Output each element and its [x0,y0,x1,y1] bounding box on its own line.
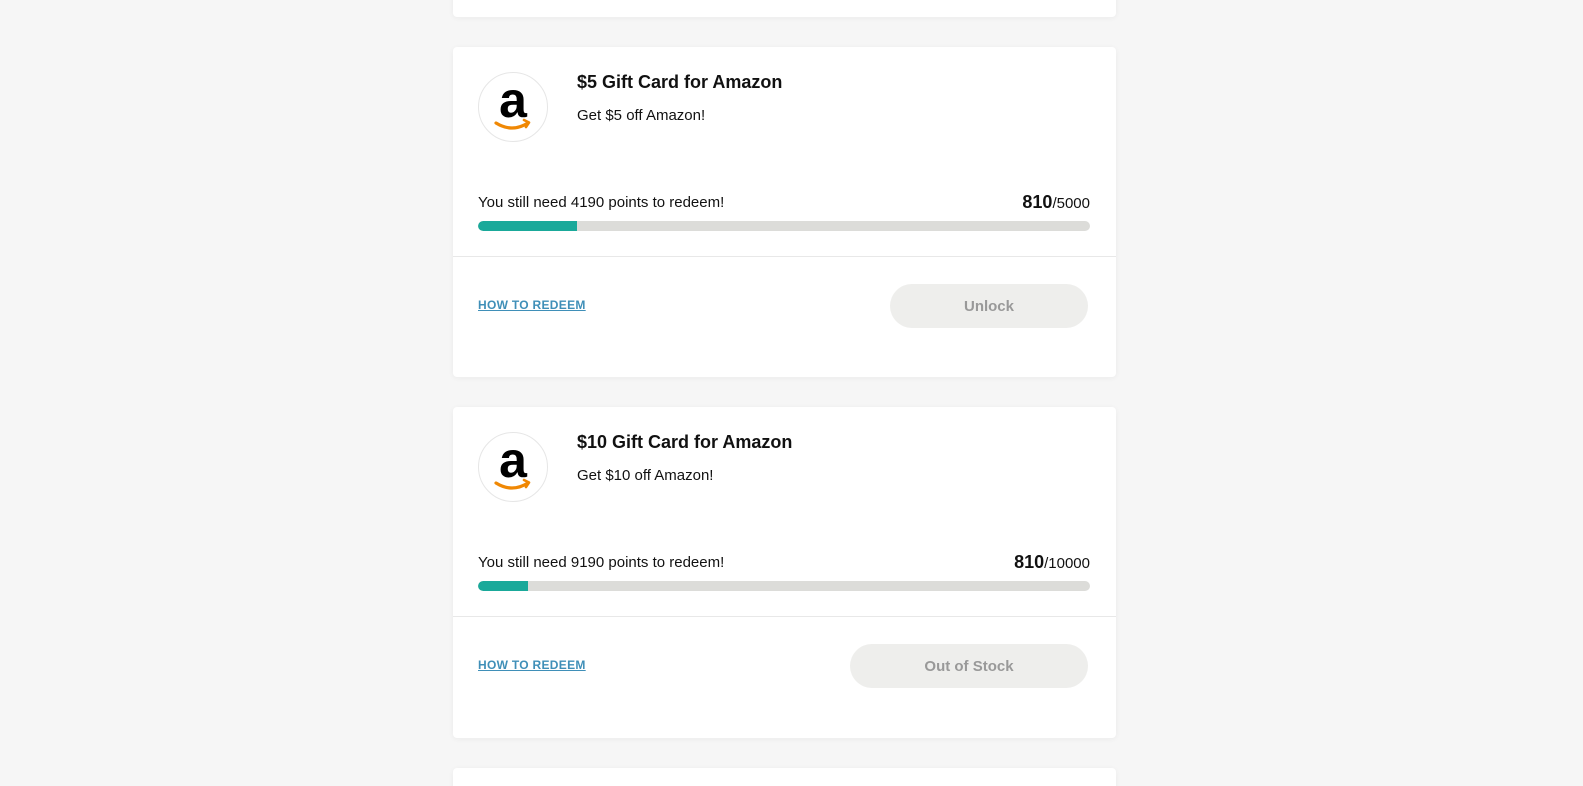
reward-title: $10 Gift Card for Amazon [577,432,793,452]
card-divider [453,616,1116,617]
progress-row: You still need 4190 points to redeem! 81… [478,192,1090,214]
points-counter: 810/5000 [1022,192,1090,213]
how-to-redeem-link[interactable]: HOW TO REDEEM [478,658,586,672]
how-to-redeem-link[interactable]: HOW TO REDEEM [478,298,586,312]
unlock-button[interactable]: Unlock [890,284,1088,328]
reward-card-amazon-10: a $10 Gift Card for Amazon Get $10 off A… [453,407,1116,738]
rewards-page: a $5 Gift Card for Amazon Get $5 off Ama… [0,0,1583,786]
progress-bar [478,221,1090,231]
current-points: 810 [1022,192,1053,212]
reward-card-amazon-5: a $5 Gift Card for Amazon Get $5 off Ama… [453,47,1116,377]
progress-bar [478,581,1090,591]
progress-bar-fill [478,221,578,231]
goal-points: 10000 [1048,555,1090,572]
reward-subtitle: Get $10 off Amazon! [577,467,714,484]
reward-title: $5 Gift Card for Amazon [577,72,783,92]
out-of-stock-button[interactable]: Out of Stock [850,644,1088,688]
amazon-logo-icon: a [478,432,548,502]
progress-bar-fill [478,581,528,591]
progress-row: You still need 9190 points to redeem! 81… [478,552,1090,574]
points-needed-text: You still need 4190 points to redeem! [478,194,725,211]
reward-card-partial-top [453,0,1116,17]
amazon-logo-icon: a [478,72,548,142]
points-counter: 810/10000 [1014,552,1090,573]
current-points: 810 [1014,552,1045,572]
reward-card-partial-bottom [453,768,1116,786]
points-needed-text: You still need 9190 points to redeem! [478,554,725,571]
card-divider [453,256,1116,257]
reward-subtitle: Get $5 off Amazon! [577,107,706,124]
goal-points: 5000 [1056,195,1090,212]
